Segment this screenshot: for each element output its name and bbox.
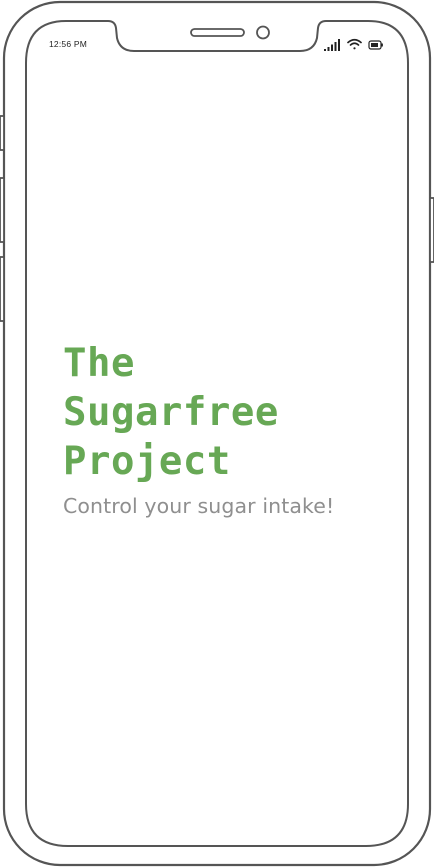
volume-down-button bbox=[0, 256, 5, 322]
battery-icon bbox=[368, 40, 383, 50]
status-icons bbox=[324, 38, 383, 51]
app-title-line: The bbox=[63, 341, 135, 386]
app-title-line: Project bbox=[63, 439, 231, 484]
app-title: The Sugarfree Project bbox=[63, 339, 279, 486]
app-tagline: Control your sugar intake! bbox=[63, 494, 335, 518]
wifi-icon bbox=[347, 38, 362, 50]
app-title-line: Sugarfree bbox=[63, 390, 279, 435]
volume-up-button bbox=[0, 177, 5, 243]
status-time: 12:56 PM bbox=[49, 39, 87, 49]
power-button bbox=[429, 197, 434, 263]
cellular-signal-icon bbox=[324, 39, 340, 51]
mute-switch bbox=[0, 115, 5, 151]
